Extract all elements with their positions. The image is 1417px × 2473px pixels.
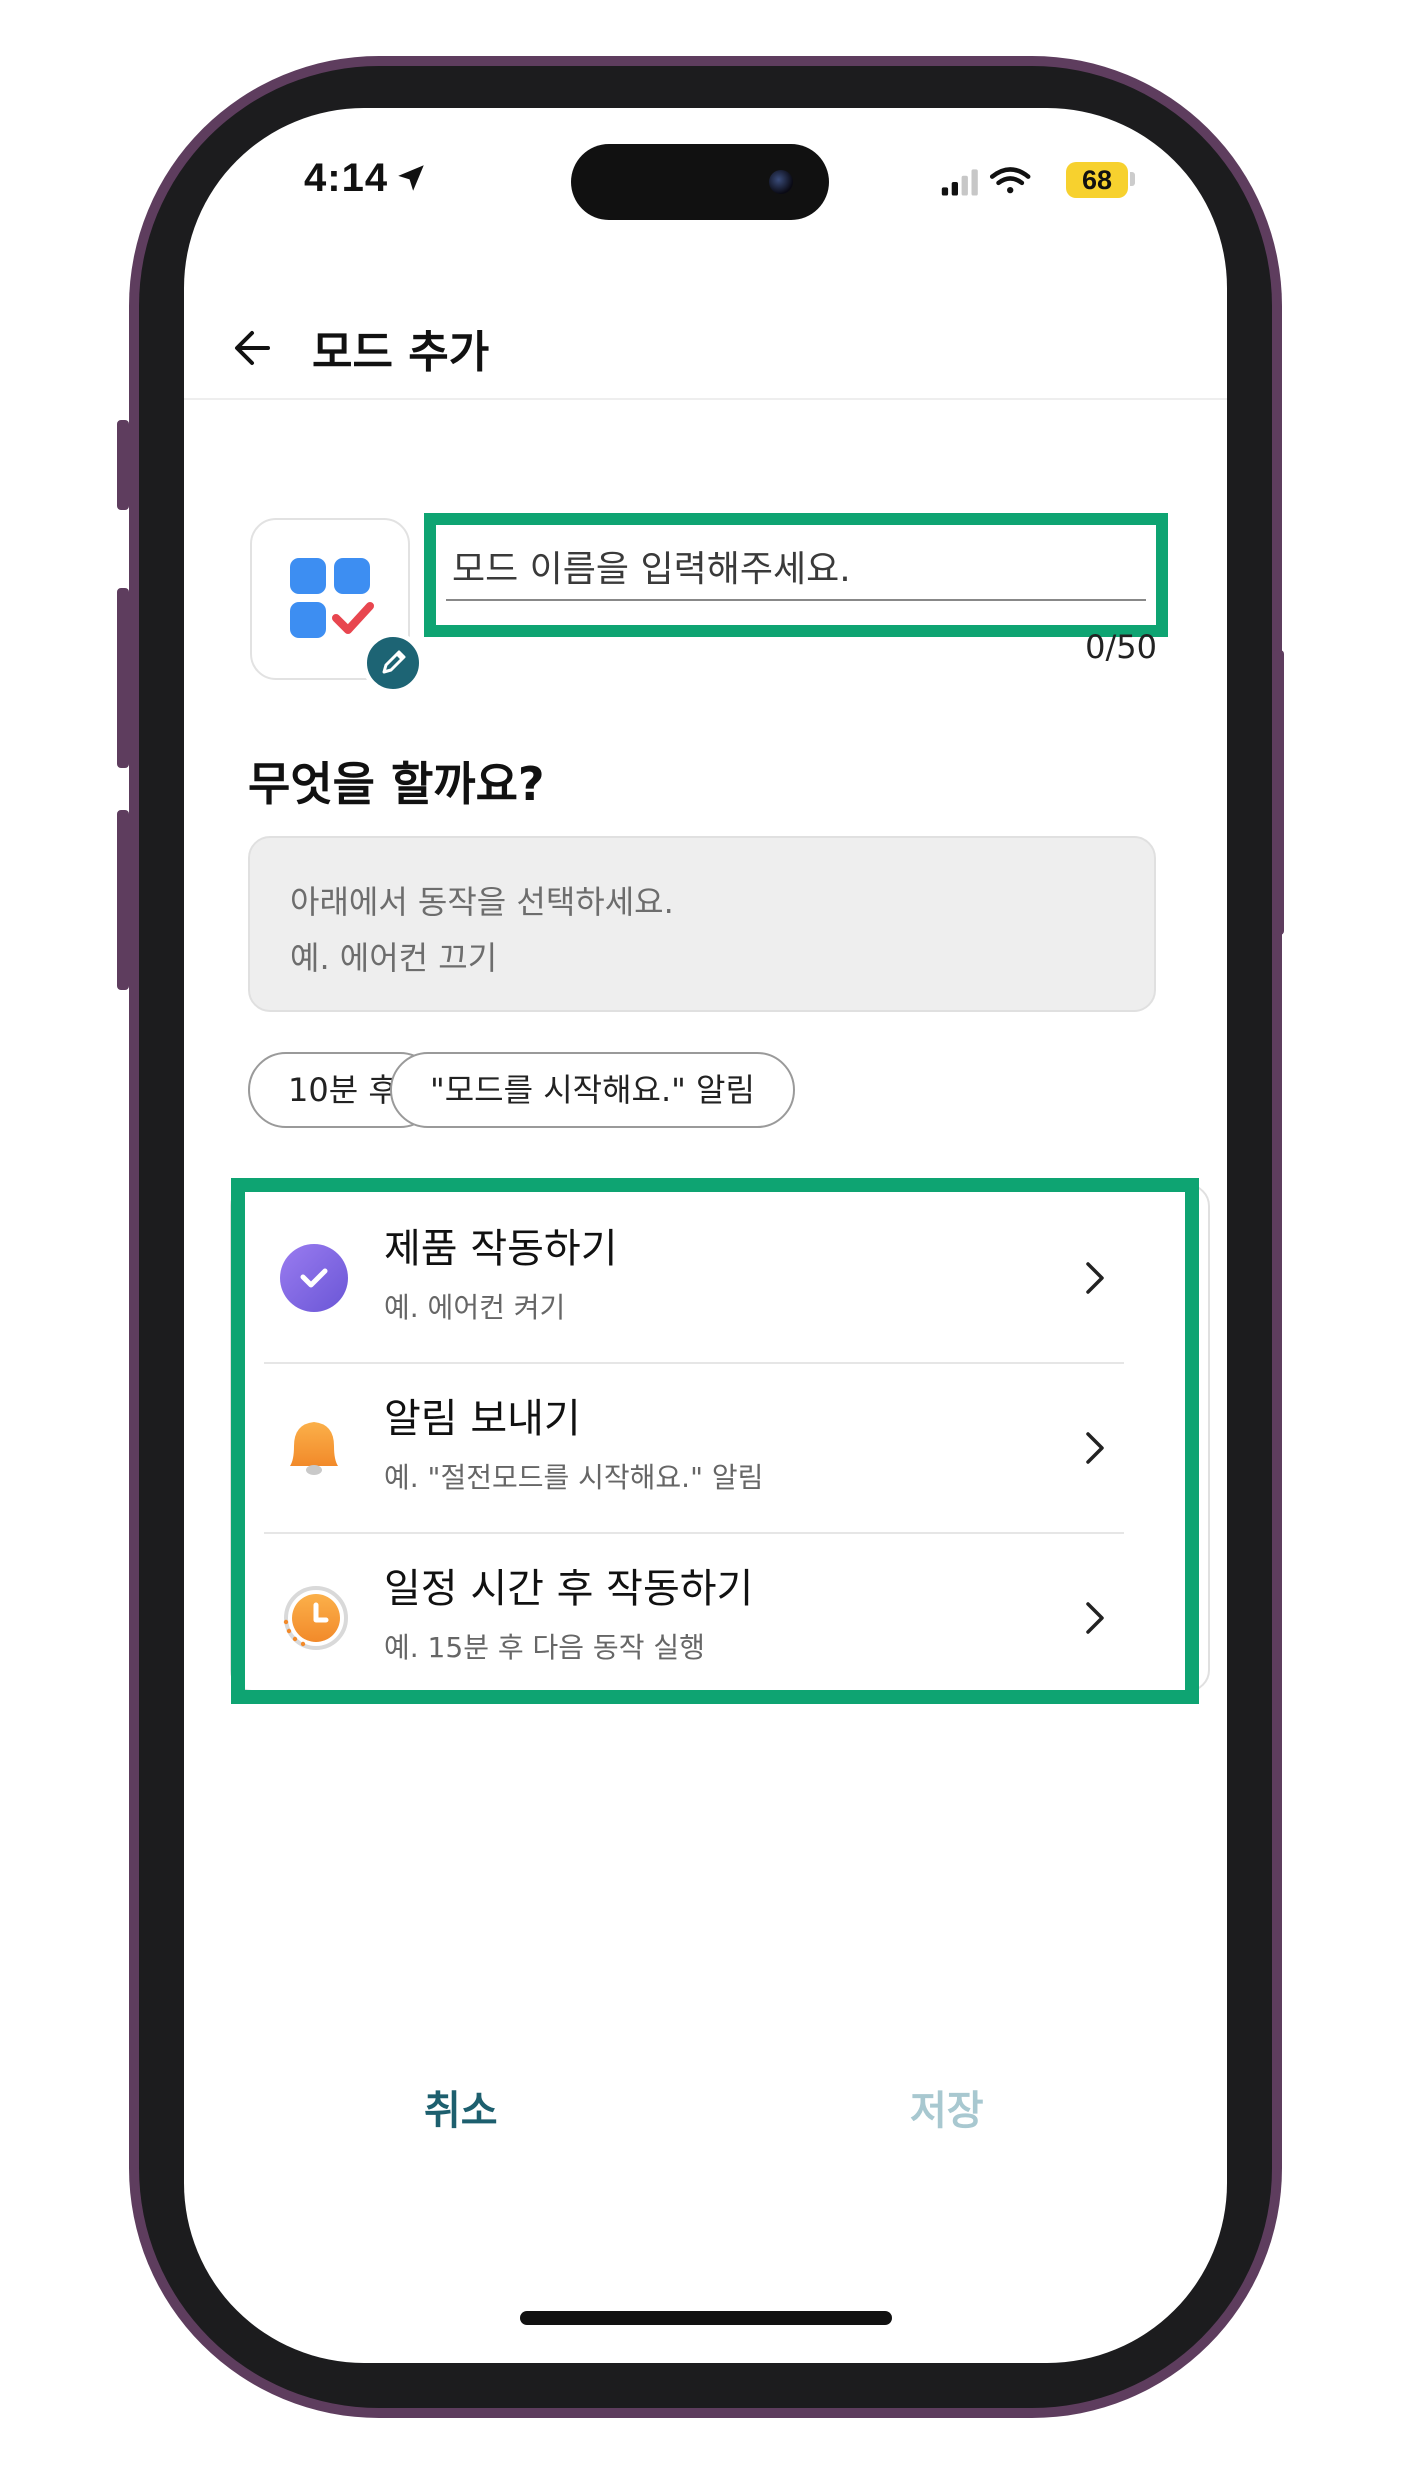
- option-subtitle: 예. "절전모드를 시작해요." 알림: [384, 1461, 764, 1494]
- arrow-left-icon[interactable]: [224, 318, 284, 378]
- signal-wifi-icons: [941, 167, 1031, 196]
- status-time-text: 4:14: [304, 156, 389, 200]
- option-title: 일정 시간 후 작동하기: [384, 1566, 754, 1612]
- check-circle-icon: [280, 1244, 348, 1312]
- option-title: 알림 보내기: [384, 1396, 581, 1442]
- page-title: 모드 추가: [312, 327, 490, 378]
- silent-switch: [117, 420, 129, 510]
- option-subtitle: 예. 15분 후 다음 동작 실행: [384, 1631, 705, 1664]
- option-delayed-action[interactable]: 일정 시간 후 작동하기 예. 15분 후 다음 동작 실행: [244, 1534, 1144, 1704]
- edit-icon-button[interactable]: [362, 632, 424, 694]
- front-camera: [769, 170, 793, 194]
- clock-icon: [283, 1586, 348, 1650]
- option-send-notification[interactable]: 알림 보내기 예. "절전모드를 시작해요." 알림: [244, 1364, 1144, 1534]
- chevron-right-icon: [1086, 1262, 1104, 1294]
- char-count: 0/50: [1085, 628, 1157, 666]
- section-title: 무엇을 할까요?: [248, 757, 545, 811]
- volume-down-button: [117, 810, 129, 990]
- option-title: 제품 작동하기: [384, 1226, 618, 1272]
- app-header: 모드 추가: [184, 288, 1227, 400]
- cellular-signal-icon: [941, 169, 978, 196]
- battery-tip: [1130, 172, 1135, 186]
- pencil-icon: [382, 650, 406, 674]
- chip-notification[interactable]: "모드를 시작해요." 알림: [390, 1052, 795, 1128]
- wifi-icon: [989, 167, 1031, 194]
- hint-line-2: 예. 에어컨 끄기: [290, 939, 498, 977]
- mode-name-field-highlight: [424, 513, 1168, 637]
- volume-up-button: [117, 588, 129, 768]
- power-button: [1272, 650, 1284, 935]
- mode-name-input[interactable]: [446, 539, 1146, 601]
- home-indicator[interactable]: [520, 2311, 892, 2325]
- app-screen: 4:14 68 모드 추가 모드 이름을 입력해주세요. 0/50 무엇을 할까…: [184, 108, 1227, 2363]
- status-time: 4:14: [304, 156, 428, 201]
- option-subtitle: 예. 에어컨 켜기: [384, 1291, 566, 1324]
- hint-line-1: 아래에서 동작을 선택하세요.: [290, 883, 674, 921]
- cancel-button[interactable]: 취소: [424, 2078, 498, 2136]
- chevron-right-icon: [1086, 1432, 1104, 1464]
- dynamic-island: [571, 144, 829, 220]
- option-operate-product[interactable]: 제품 작동하기 예. 에어컨 켜기: [244, 1194, 1144, 1364]
- save-button[interactable]: 저장: [910, 2078, 984, 2136]
- location-arrow-icon: [398, 165, 424, 191]
- battery-icon: 68: [1066, 162, 1128, 198]
- action-hint-box: 아래에서 동작을 선택하세요. 예. 에어컨 끄기: [248, 836, 1156, 1012]
- chevron-right-icon: [1086, 1602, 1104, 1634]
- bell-icon: [290, 1422, 338, 1475]
